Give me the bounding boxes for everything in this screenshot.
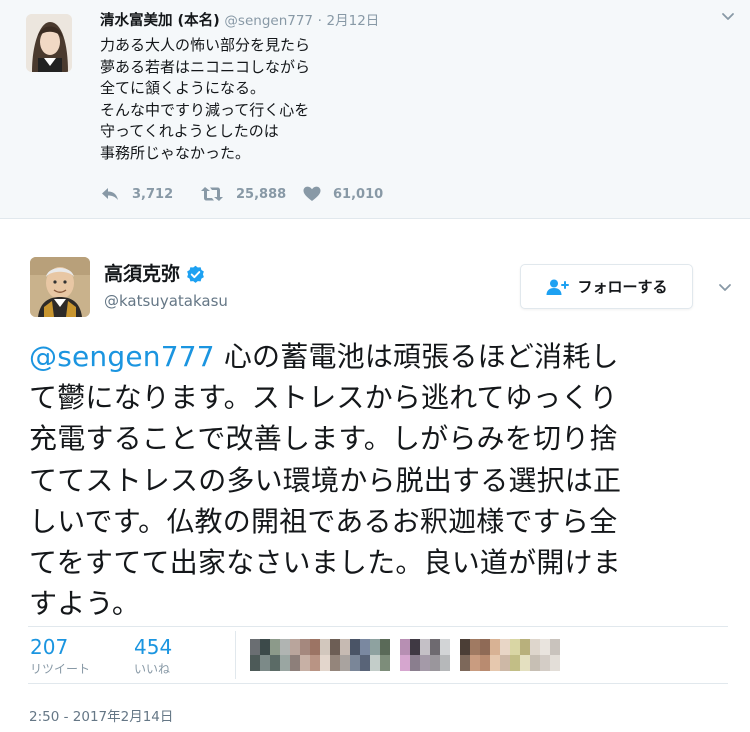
parent-text-line: 夢ある若者はニコニコしながら: [100, 57, 311, 76]
pixelated-avatars-image: [250, 639, 560, 671]
mention-link[interactable]: @sengen777: [29, 340, 215, 373]
parent-avatar[interactable]: [26, 14, 72, 72]
main-text-line: @sengen777 心の蓄電池は頑張るほど消耗し: [29, 336, 741, 377]
tweet-timestamp[interactable]: 2:50 - 2017年2月14日: [29, 705, 173, 725]
chevron-down-icon[interactable]: [720, 8, 736, 24]
main-text-line: 充電することで改善します。しがらみを切り捨: [29, 422, 618, 456]
main-tweet-text: @sengen777 心の蓄電池は頑張るほど消耗し て鬱になります。ストレスから…: [29, 336, 741, 624]
parent-tweet-text: 力ある大人の怖い部分を見たら 夢ある若者はニコニコしながら 全てに頷くようになる…: [100, 35, 540, 164]
chevron-down-icon[interactable]: [716, 278, 734, 296]
main-display-name[interactable]: 高須克弥: [104, 262, 180, 286]
heart-icon: [303, 186, 321, 201]
parent-display-name[interactable]: 清水富美加 (本名): [100, 13, 220, 29]
stats-divider: [235, 631, 236, 679]
main-name-row: 高須克弥: [104, 262, 205, 286]
follow-button[interactable]: フォローする: [520, 264, 693, 309]
main-text-line: しいです。仏教の開祖であるお釈迦様ですら全: [29, 504, 618, 538]
likes-label: いいね: [134, 662, 171, 676]
parent-text-line: そんな中ですり減って行く心を: [100, 100, 310, 119]
parent-text-line: 守ってくれようとしたのは: [100, 122, 279, 140]
retweets-count: 207: [30, 635, 69, 659]
tweet-stats: 207 リツイート 454 いいね: [28, 626, 728, 684]
parent-date[interactable]: 2月12日: [327, 13, 380, 29]
like-count: 61,010: [333, 186, 384, 202]
reply-button[interactable]: 3,712: [100, 184, 173, 204]
retweets-stat[interactable]: 207 リツイート: [30, 635, 90, 677]
main-text-line: ててストレスの多い環境から脱出する選択は正: [29, 463, 622, 497]
parent-handle[interactable]: @sengen777: [224, 13, 313, 29]
verified-badge-icon: [187, 265, 204, 283]
like-button[interactable]: 61,010: [303, 184, 383, 204]
follow-button-label: フォローする: [577, 278, 668, 296]
main-text-line: すよう。: [29, 587, 141, 621]
likes-stat[interactable]: 454 いいね: [134, 635, 172, 677]
retweet-button[interactable]: 25,888: [200, 184, 286, 204]
reply-icon: [102, 188, 118, 200]
main-avatar[interactable]: [30, 257, 90, 317]
reply-count: 3,712: [132, 186, 174, 202]
parent-text-line: 事務所じゃなかった。: [100, 143, 251, 162]
liker-avatars-pixelated[interactable]: [250, 639, 610, 671]
likes-count: 454: [134, 635, 173, 659]
main-text-line: て鬱になります。ストレスから逃れてゆっくり: [29, 381, 618, 415]
parent-text-line: 全てに頷くようになる。: [100, 79, 266, 97]
parent-text-line: 力ある大人の怖い部分を見たら: [100, 36, 311, 54]
parent-header: 清水富美加 (本名) @sengen777 · 2月12日: [100, 11, 379, 31]
main-text-line: てをすてて出家なさいました。良い道が開けま: [29, 546, 621, 580]
add-user-icon: [546, 279, 570, 295]
retweet-icon: [201, 187, 223, 201]
retweets-label: リツイート: [30, 662, 91, 676]
parent-separator: ·: [317, 13, 322, 29]
main-handle[interactable]: @katsuyatakasu: [104, 292, 228, 310]
parent-tweet[interactable]: 清水富美加 (本名) @sengen777 · 2月12日 力ある大人の怖い部分…: [0, 0, 750, 219]
main-text-segment: 心の蓄電池は頑張るほど消耗し: [214, 340, 619, 373]
retweet-count: 25,888: [236, 186, 287, 202]
parent-action-bar: 3,712 25,888 61,010: [100, 184, 500, 204]
